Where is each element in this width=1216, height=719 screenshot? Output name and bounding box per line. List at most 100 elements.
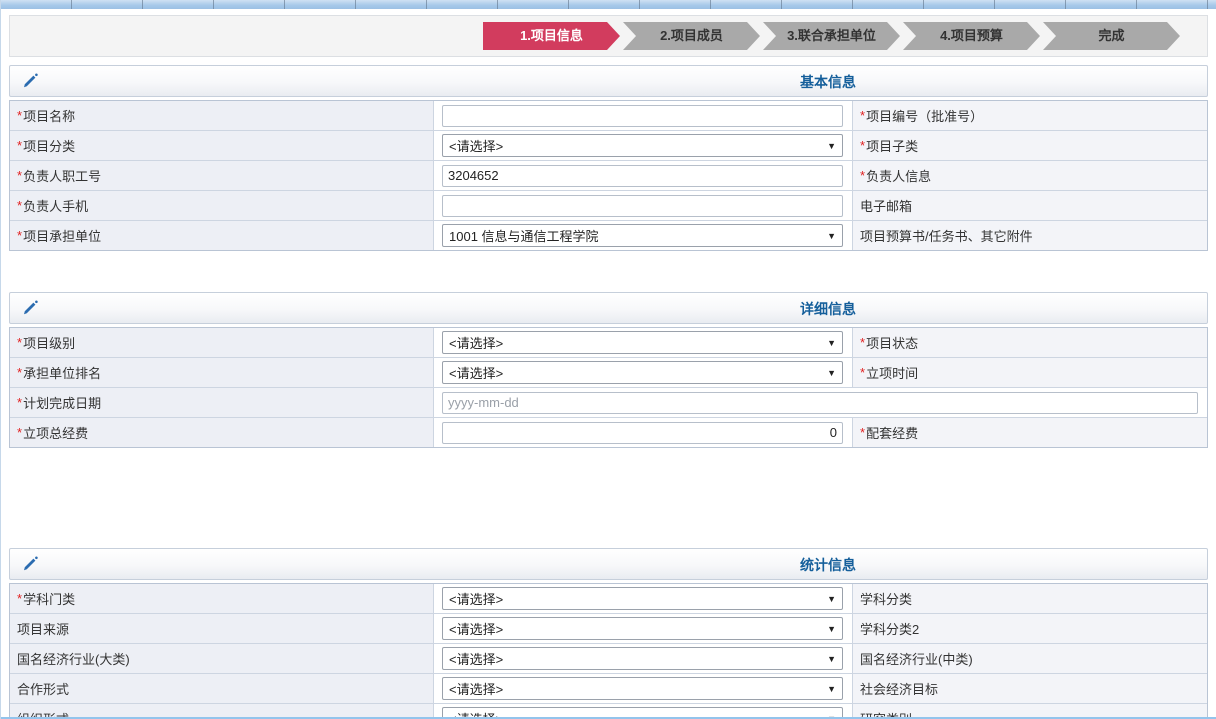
required-asterisk: *: [860, 365, 865, 380]
field-input-cell: <请选择> ▼: [434, 358, 852, 387]
table-row: * 项目名称 *项目编号（批准号）: [10, 101, 1207, 130]
field-label: 承担单位排名: [23, 363, 101, 382]
right-field-label-cell: *项目状态: [852, 328, 1207, 357]
right-field-label: 立项时间: [866, 363, 918, 382]
tab-strip-dividers: [1, 0, 1216, 9]
dropdown-select[interactable]: <请选择> ▼: [442, 677, 843, 700]
right-field-label-cell: *立项时间: [852, 358, 1207, 387]
field-label: 项目级别: [23, 333, 75, 352]
form-sections: 基本信息*项目名称*项目编号（批准号）*项目分类<请选择>▼*项目子类*负责人职…: [1, 65, 1216, 719]
right-field-label: 电子邮箱: [860, 196, 912, 215]
table-row: *项目分类<请选择>▼*项目子类: [10, 130, 1207, 160]
field-label-cell: *承担单位排名: [10, 358, 434, 387]
field-label: 项目分类: [23, 136, 75, 155]
edit-pencil-icon[interactable]: [20, 555, 40, 575]
field-label-cell: *学科门类: [10, 584, 434, 613]
table-row: *负责人手机电子邮箱: [10, 190, 1207, 220]
wizard-step-3[interactable]: 3.联合承担单位: [763, 22, 900, 50]
dropdown-selected-value: 1001 信息与通信工程学院: [449, 226, 599, 245]
required-asterisk: *: [860, 168, 865, 183]
dropdown-select[interactable]: <请选择> ▼: [442, 587, 843, 610]
text-input[interactable]: [442, 165, 843, 187]
right-field-label-cell: 学科分类2: [852, 614, 1207, 643]
field-input-cell: [434, 418, 852, 447]
table-row: *项目承担单位 1001 信息与通信工程学院 ▼ 项目预算书/任务书、其它附件: [10, 220, 1207, 250]
dropdown-selected-value: <请选择>: [449, 136, 503, 155]
table-row: *计划完成日期: [10, 387, 1207, 417]
chevron-down-icon: ▼: [827, 368, 836, 378]
chevron-down-icon: ▼: [827, 141, 836, 151]
field-label-cell: *负责人职工号: [10, 161, 434, 190]
field-label: 合作形式: [17, 679, 69, 698]
chevron-down-icon: ▼: [827, 624, 836, 634]
right-field-label-cell: 国名经济行业(中类): [852, 644, 1207, 673]
chevron-down-icon: ▼: [827, 684, 836, 694]
required-asterisk: *: [860, 138, 865, 153]
project-form-page: 1.项目信息2.项目成员3.联合承担单位4.项目预算完成 基本信息*项目名称*项…: [0, 0, 1216, 719]
wizard-step-1[interactable]: 1.项目信息: [483, 22, 620, 50]
field-input-cell: [434, 191, 852, 220]
wizard-step-2[interactable]: 2.项目成员: [623, 22, 760, 50]
field-input-cell: <请选择> ▼: [434, 584, 852, 613]
right-field-label-cell: 项目预算书/任务书、其它附件: [852, 221, 1207, 250]
required-asterisk: *: [860, 425, 865, 440]
chevron-down-icon: ▼: [827, 231, 836, 241]
dropdown-select[interactable]: <请选择>▼: [442, 331, 843, 354]
dropdown-select[interactable]: <请选择> ▼: [442, 361, 843, 384]
required-asterisk: *: [860, 335, 865, 350]
right-field-label-cell: *项目子类: [852, 131, 1207, 160]
field-input-cell: <请选择>▼: [434, 644, 852, 673]
wizard-step-4[interactable]: 4.项目预算: [903, 22, 1040, 50]
right-field-label: 项目子类: [866, 136, 918, 155]
text-input[interactable]: [442, 105, 843, 127]
right-field-label-cell: 学科分类: [852, 584, 1207, 613]
section-table-3: *学科门类 <请选择> ▼ 学科分类项目来源 <请选择> ▼ 学科分类2 国名经济行业(大类)…: [9, 583, 1208, 719]
right-field-label: 配套经费: [866, 423, 918, 442]
dropdown-select[interactable]: 1001 信息与通信工程学院 ▼: [442, 224, 843, 247]
edit-pencil-icon[interactable]: [20, 72, 40, 92]
chevron-down-icon: ▼: [827, 654, 836, 664]
text-input[interactable]: [442, 195, 843, 217]
wizard-steps: 1.项目信息2.项目成员3.联合承担单位4.项目预算完成: [483, 22, 1183, 50]
right-field-label: 项目预算书/任务书、其它附件: [860, 226, 1033, 245]
required-asterisk: *: [860, 108, 865, 123]
dropdown-select[interactable]: <请选择>▼: [442, 647, 843, 670]
field-label-cell: *计划完成日期: [10, 388, 434, 417]
field-label-cell: *项目承担单位: [10, 221, 434, 250]
field-input-cell: [434, 161, 852, 190]
required-asterisk: *: [17, 395, 22, 410]
field-label: 国名经济行业(大类): [17, 649, 130, 668]
dropdown-selected-value: <请选择>: [449, 679, 503, 698]
field-label-cell: *项目分类: [10, 131, 434, 160]
cropped-tab-strip: [1, 0, 1216, 9]
field-input-cell: 1001 信息与通信工程学院 ▼: [434, 221, 852, 250]
edit-pencil-icon[interactable]: [20, 299, 40, 319]
field-label: 负责人手机: [23, 196, 88, 215]
right-field-label: 项目状态: [866, 333, 918, 352]
field-label-cell: 项目来源: [10, 614, 434, 643]
table-row: *项目级别<请选择>▼*项目状态: [10, 328, 1207, 357]
table-row: 国名经济行业(大类) <请选择>▼ 国名经济行业(中类): [10, 643, 1207, 673]
right-field-label: 学科分类2: [860, 619, 919, 638]
dropdown-select[interactable]: <请选择> ▼: [442, 617, 843, 640]
field-label-cell: *项目级别: [10, 328, 434, 357]
chevron-down-icon: ▼: [827, 594, 836, 604]
right-field-label: 社会经济目标: [860, 679, 938, 698]
right-field-label: 负责人信息: [866, 166, 931, 185]
dropdown-selected-value: <请选择>: [449, 589, 503, 608]
section-header-1: 基本信息: [9, 65, 1208, 97]
field-label: 项目来源: [17, 619, 69, 638]
text-input[interactable]: [442, 422, 843, 444]
field-label-cell: 合作形式: [10, 674, 434, 703]
field-label: 计划完成日期: [23, 393, 101, 412]
dropdown-selected-value: <请选择>: [449, 619, 503, 638]
text-input[interactable]: [442, 392, 1198, 414]
dropdown-selected-value: <请选择>: [449, 363, 503, 382]
wizard-step-5[interactable]: 完成: [1043, 22, 1180, 50]
wizard-stepper-bar: 1.项目信息2.项目成员3.联合承担单位4.项目预算完成: [9, 15, 1208, 57]
dropdown-select[interactable]: <请选择> ▼: [442, 134, 843, 157]
table-row: *立项总经费*配套经费: [10, 417, 1207, 447]
field-label: 项目名称: [23, 106, 75, 125]
right-field-label-cell: *项目编号（批准号）: [852, 101, 1207, 130]
field-input-cell: <请选择>▼: [434, 328, 852, 357]
